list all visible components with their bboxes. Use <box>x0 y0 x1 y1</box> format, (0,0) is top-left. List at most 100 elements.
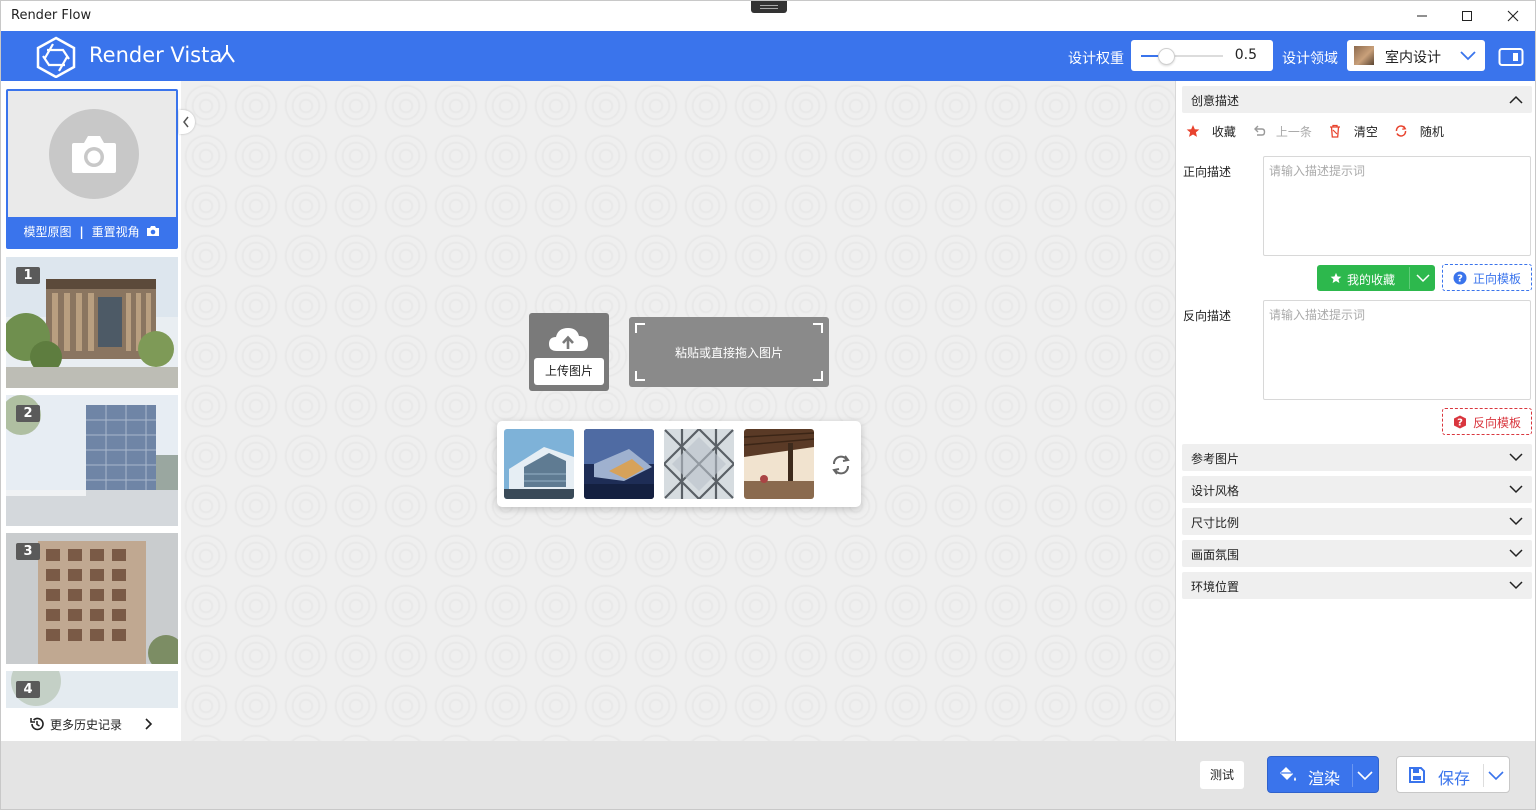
weight-slider-thumb[interactable] <box>1157 48 1175 65</box>
previous-label: 上一条 <box>1275 125 1312 139</box>
history-icon <box>30 717 44 731</box>
domain-select[interactable]: 室内设计 <box>1347 40 1485 71</box>
drag-grip-icon[interactable] <box>751 1 787 13</box>
bottom-bar: 测试 渲染 保存 <box>1 741 1535 809</box>
history-item-3[interactable]: 3 <box>6 533 178 664</box>
weight-value-input[interactable]: 0.5 <box>1235 47 1257 63</box>
maximize-button[interactable] <box>1445 4 1489 28</box>
paint-bucket-icon <box>1280 767 1296 781</box>
chevron-down-icon <box>1509 517 1523 526</box>
divider <box>1409 267 1410 289</box>
history-panel: 模型原图 | 重置视角 1 2 3 4 更多历史记录 <box>1 81 181 741</box>
chevron-up-icon <box>1509 95 1523 104</box>
svg-text:?: ? <box>1457 274 1463 285</box>
history-item-4[interactable]: 4 <box>6 671 178 708</box>
favorite-button[interactable]: 收藏 <box>1186 123 1236 140</box>
sample-image-3[interactable] <box>664 429 734 499</box>
divider <box>1352 764 1353 787</box>
chevron-down-icon <box>1509 453 1523 462</box>
history-item-2[interactable]: 2 <box>6 395 178 526</box>
close-button[interactable] <box>1490 4 1534 28</box>
chevron-down-icon[interactable] <box>1488 771 1504 781</box>
model-original-preview <box>8 91 176 217</box>
test-button[interactable]: 测试 <box>1200 761 1244 789</box>
negative-label: 反向描述 <box>1183 309 1232 323</box>
collapse-left-button[interactable] <box>179 110 195 134</box>
chevron-down-icon[interactable] <box>1416 273 1430 283</box>
render-button[interactable]: 渲染 <box>1267 756 1379 793</box>
my-favorites-button[interactable]: 我的收藏 <box>1317 265 1435 291</box>
chevron-down-icon <box>1509 549 1523 558</box>
upload-area[interactable]: 上传图片 <box>529 313 609 391</box>
refresh-samples-icon[interactable] <box>829 453 853 477</box>
maximize-icon <box>1462 11 1472 21</box>
design-style-section[interactable]: 设计风格 <box>1182 476 1532 503</box>
positive-prompt-input[interactable] <box>1263 156 1531 256</box>
random-button[interactable]: 随机 <box>1394 123 1444 140</box>
reset-view-button[interactable]: 重置视角 <box>92 225 140 239</box>
section-title: 尺寸比例 <box>1191 516 1240 530</box>
corner-mark <box>813 323 823 333</box>
negative-prompt-input[interactable] <box>1263 300 1531 400</box>
weight-slider[interactable] <box>1141 55 1223 57</box>
positive-template-button[interactable]: ? 正向模板 <box>1442 264 1532 291</box>
section-title: 设计风格 <box>1191 484 1240 498</box>
model-original-card[interactable]: 模型原图 | 重置视角 <box>6 89 178 249</box>
camera-placeholder <box>49 109 139 199</box>
minimize-button[interactable] <box>1400 4 1444 28</box>
sample-thumbnail <box>504 429 574 499</box>
undo-icon <box>1254 125 1266 136</box>
more-history-button[interactable]: 更多历史记录 <box>1 708 181 738</box>
chevron-down-icon <box>1509 485 1523 494</box>
sample-images-strip <box>497 421 861 507</box>
divider <box>1483 764 1484 787</box>
positive-label: 正向描述 <box>1183 165 1232 179</box>
random-label: 随机 <box>1419 125 1444 139</box>
section-title: 创意描述 <box>1191 94 1240 108</box>
positive-template-label: 正向模板 <box>1473 272 1522 286</box>
minimize-icon <box>1417 15 1427 17</box>
brand-name: Render Vista <box>89 43 223 67</box>
sample-image-4[interactable] <box>744 429 814 499</box>
previous-button[interactable]: 上一条 <box>1252 123 1312 140</box>
weight-control: 0.5 <box>1131 40 1273 71</box>
domain-label: 设计领域 <box>1282 51 1338 67</box>
history-index: 1 <box>16 267 40 284</box>
title-bar: Render Flow <box>1 1 1535 31</box>
negative-template-button[interactable]: ? 反向模板 <box>1442 408 1532 435</box>
window-title: Render Flow <box>11 8 92 23</box>
camera-small-icon <box>147 226 160 236</box>
history-index: 2 <box>16 405 40 422</box>
sample-image-1[interactable] <box>504 429 574 499</box>
save-button[interactable]: 保存 <box>1396 756 1510 793</box>
aspect-ratio-section[interactable]: 尺寸比例 <box>1182 508 1532 535</box>
corner-mark <box>813 371 823 381</box>
help-icon: ? <box>1454 415 1466 429</box>
reference-image-section[interactable]: 参考图片 <box>1182 444 1532 471</box>
chevron-down-icon <box>1460 51 1476 61</box>
history-item-1[interactable]: 1 <box>6 257 178 388</box>
toggle-panel-icon[interactable] <box>1498 47 1524 67</box>
canvas-area[interactable]: 上传图片 粘贴或直接拖入图片 <box>179 81 1175 741</box>
chevron-down-icon[interactable] <box>1357 771 1373 781</box>
chevron-right-icon <box>145 718 153 730</box>
sample-thumbnail <box>744 429 814 499</box>
favorite-label: 收藏 <box>1211 125 1236 139</box>
upload-image-button[interactable]: 上传图片 <box>534 358 604 385</box>
atmosphere-section[interactable]: 画面氛围 <box>1182 540 1532 567</box>
chevron-down-icon <box>1509 581 1523 590</box>
save-icon <box>1409 767 1425 783</box>
creative-section-header[interactable]: 创意描述 <box>1182 86 1532 113</box>
model-original-button[interactable]: 模型原图 <box>24 225 72 239</box>
random-icon <box>1395 125 1407 137</box>
star-icon <box>1330 272 1342 284</box>
svg-text:?: ? <box>1457 418 1463 429</box>
sample-image-2[interactable] <box>584 429 654 499</box>
paste-drop-zone[interactable]: 粘贴或直接拖入图片 <box>629 317 829 387</box>
domain-value: 室内设计 <box>1385 50 1441 66</box>
section-title: 参考图片 <box>1191 452 1240 466</box>
app-window: Render Flow Render Vista 设计权重 0.5 设计领域 室… <box>0 0 1536 810</box>
person-icon[interactable] <box>217 42 237 64</box>
environment-section[interactable]: 环境位置 <box>1182 572 1532 599</box>
clear-button[interactable]: 清空 <box>1328 123 1378 140</box>
